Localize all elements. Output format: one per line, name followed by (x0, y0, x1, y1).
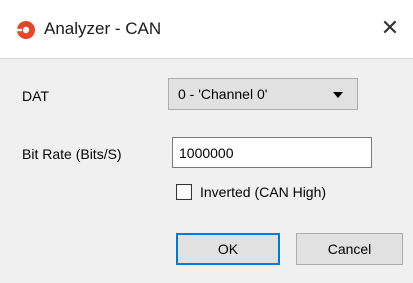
cancel-button[interactable]: Cancel (296, 233, 403, 265)
dat-label: DAT (22, 88, 49, 104)
bitrate-input-value: 1000000 (179, 145, 234, 161)
chevron-down-icon (333, 92, 343, 98)
inverted-label: Inverted (CAN High) (200, 184, 327, 200)
dat-select-value: 0 - 'Channel 0' (178, 86, 268, 102)
ok-button[interactable]: OK (176, 233, 280, 265)
window-title: Analyzer - CAN (44, 19, 162, 38)
bitrate-input[interactable]: 1000000 (172, 137, 372, 168)
bitrate-label: Bit Rate (Bits/S) (22, 146, 122, 162)
title-bar: Analyzer - CAN ✕ (0, 0, 413, 58)
close-icon[interactable]: ✕ (376, 14, 404, 42)
analyzer-logo-icon (17, 21, 35, 39)
inverted-checkbox[interactable] (176, 184, 192, 200)
dat-select[interactable]: 0 - 'Channel 0' (168, 78, 358, 110)
